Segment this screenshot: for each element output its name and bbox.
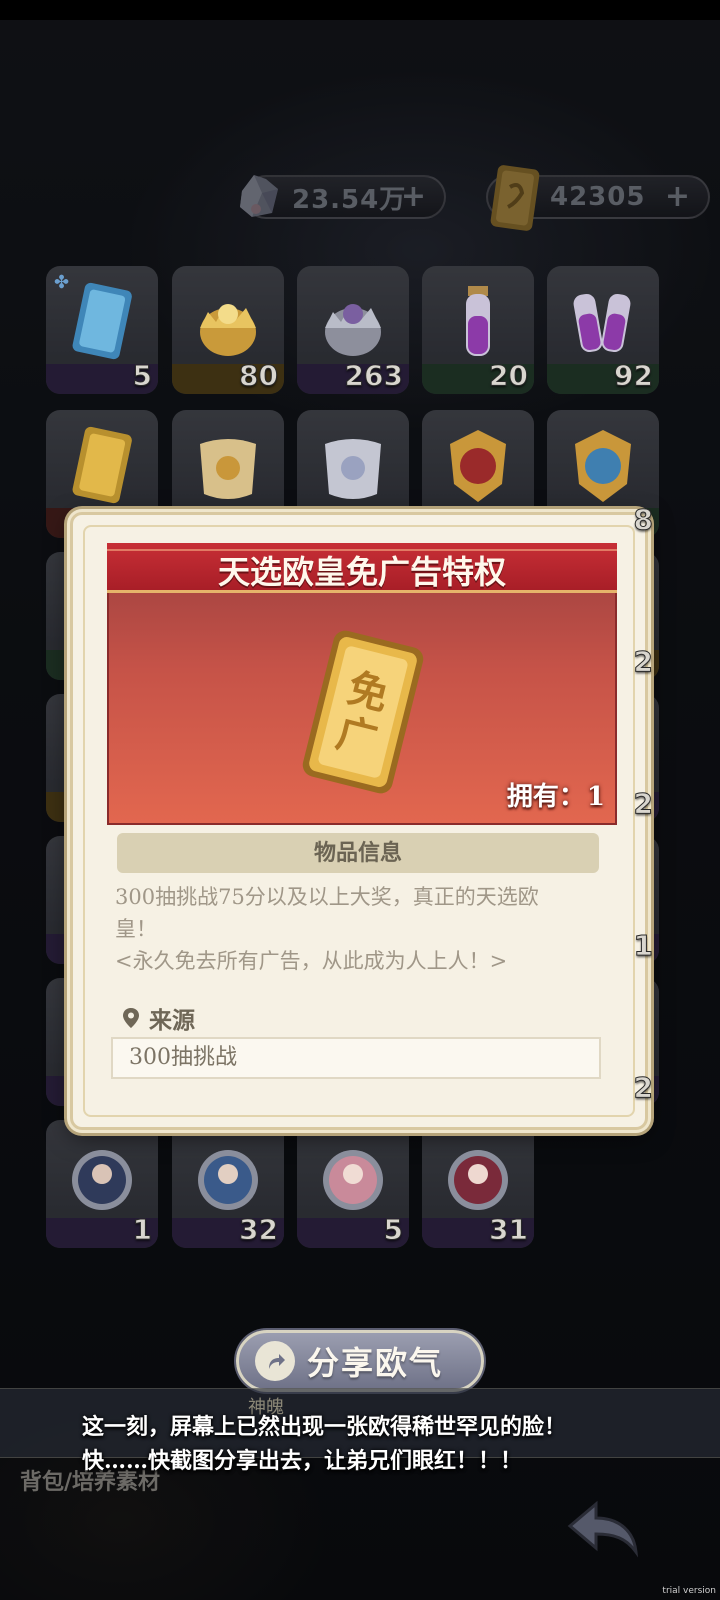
source-heading: 来源: [121, 1001, 195, 1035]
blue-ticket-icon: [72, 282, 132, 360]
ad-free-ticket-icon: 免 广: [302, 630, 424, 794]
item-quantity: 80: [239, 359, 279, 393]
gold-scroll-icon: [200, 439, 256, 499]
status-bar: [0, 0, 720, 20]
character-medallion-icon: [448, 1150, 508, 1210]
gold-ticket-icon: [72, 426, 132, 504]
item-info-header: 物品信息: [117, 833, 599, 873]
trial-watermark: trial version: [662, 1586, 716, 1596]
description-line: <永久免去所有广告，从此成为人上人！>: [115, 949, 508, 973]
silver-egg-icon: [325, 304, 381, 356]
owned-count: 拥有：1: [507, 776, 605, 813]
inventory-slot[interactable]: 263: [297, 266, 409, 394]
inventory-slot[interactable]: 80: [172, 266, 284, 394]
item-quantity: 2: [633, 787, 654, 821]
ticket-currency[interactable]: 42305 +: [486, 165, 710, 231]
item-quantity: 2: [633, 645, 654, 679]
title-banner: 天选欧皇免广告特权: [107, 543, 617, 593]
caption-line: 快……快截图分享出去，让弟兄们眼红！！！: [82, 1448, 523, 1474]
character-medallion-icon: [323, 1150, 383, 1210]
inventory-slot[interactable]: 5: [297, 1120, 409, 1248]
item-quantity: 5: [132, 359, 153, 393]
inventory-slot[interactable]: 92: [547, 266, 659, 394]
item-quantity: 31: [489, 1213, 529, 1247]
red-medal-icon: [450, 430, 506, 502]
gold-egg-icon: [200, 304, 256, 356]
item-hero: 天选欧皇免广告特权 免 广 拥有：1: [107, 543, 617, 825]
description-line: 皇！: [115, 917, 157, 941]
inventory-slot[interactable]: 1: [46, 1120, 158, 1248]
item-quantity: 8: [633, 503, 654, 537]
gem-amount: 23.54万: [292, 184, 407, 215]
owned-value: 1: [586, 782, 605, 812]
inventory-slot[interactable]: 32: [172, 1120, 284, 1248]
item-quantity: 263: [344, 359, 403, 393]
item-title: 天选欧皇免广告特权: [217, 553, 506, 591]
add-tickets-icon[interactable]: +: [665, 179, 690, 214]
location-pin-icon: [123, 1008, 139, 1028]
share-caption: 这一刻，屏幕上已然出现一张欧得稀世罕见的脸！ 快……快截图分享出去，让弟兄们眼红…: [82, 1410, 682, 1478]
share-arrow-icon: [255, 1341, 295, 1381]
silver-scroll-icon: [325, 439, 381, 499]
gem-icon: [240, 175, 278, 217]
description-line: 300抽挑战75分以及以上大奖，真正的天选欧: [115, 885, 539, 909]
item-quantity: 5: [383, 1213, 404, 1247]
share-label: 分享欧气: [307, 1344, 444, 1382]
ticket-icon: [490, 165, 540, 231]
character-medallion-icon: [198, 1150, 258, 1210]
item-quantity: 1: [132, 1213, 153, 1247]
source-label: 来源: [149, 1007, 195, 1034]
ticket-amount: 42305: [550, 182, 646, 212]
inventory-slot[interactable]: ✤ 5: [46, 266, 158, 394]
blue-medal-icon: [575, 430, 631, 502]
inventory-slot[interactable]: 31: [422, 1120, 534, 1248]
inventory-slot[interactable]: 20: [422, 266, 534, 394]
item-quantity: 1: [633, 929, 654, 963]
item-quantity: 92: [614, 359, 654, 393]
caption-line: 这一刻，屏幕上已然出现一张欧得稀世罕见的脸！: [82, 1414, 567, 1440]
item-quantity: 32: [239, 1213, 279, 1247]
source-entry[interactable]: 300抽挑战: [111, 1037, 601, 1079]
link-icon: ✤: [54, 272, 70, 293]
item-detail-modal: 天选欧皇免广告特权 免 广 拥有：1 物品信息 300抽挑战75分以及以上大奖，…: [70, 512, 648, 1130]
character-medallion-icon: [72, 1150, 132, 1210]
back-arrow-icon[interactable]: [566, 1498, 642, 1558]
potion-icon: [466, 286, 490, 356]
owned-label: 拥有：: [506, 782, 585, 812]
gem-currency[interactable]: 23.54万 +: [240, 175, 446, 219]
item-description: 300抽挑战75分以及以上大奖，真正的天选欧 皇！ <永久免去所有广告，从此成为…: [115, 881, 605, 977]
double-potion-icon: [573, 293, 631, 353]
item-quantity: 20: [489, 359, 529, 393]
item-quantity: 2: [633, 1071, 654, 1105]
share-button[interactable]: 分享欧气: [236, 1330, 484, 1392]
add-gems-icon[interactable]: +: [401, 179, 426, 214]
